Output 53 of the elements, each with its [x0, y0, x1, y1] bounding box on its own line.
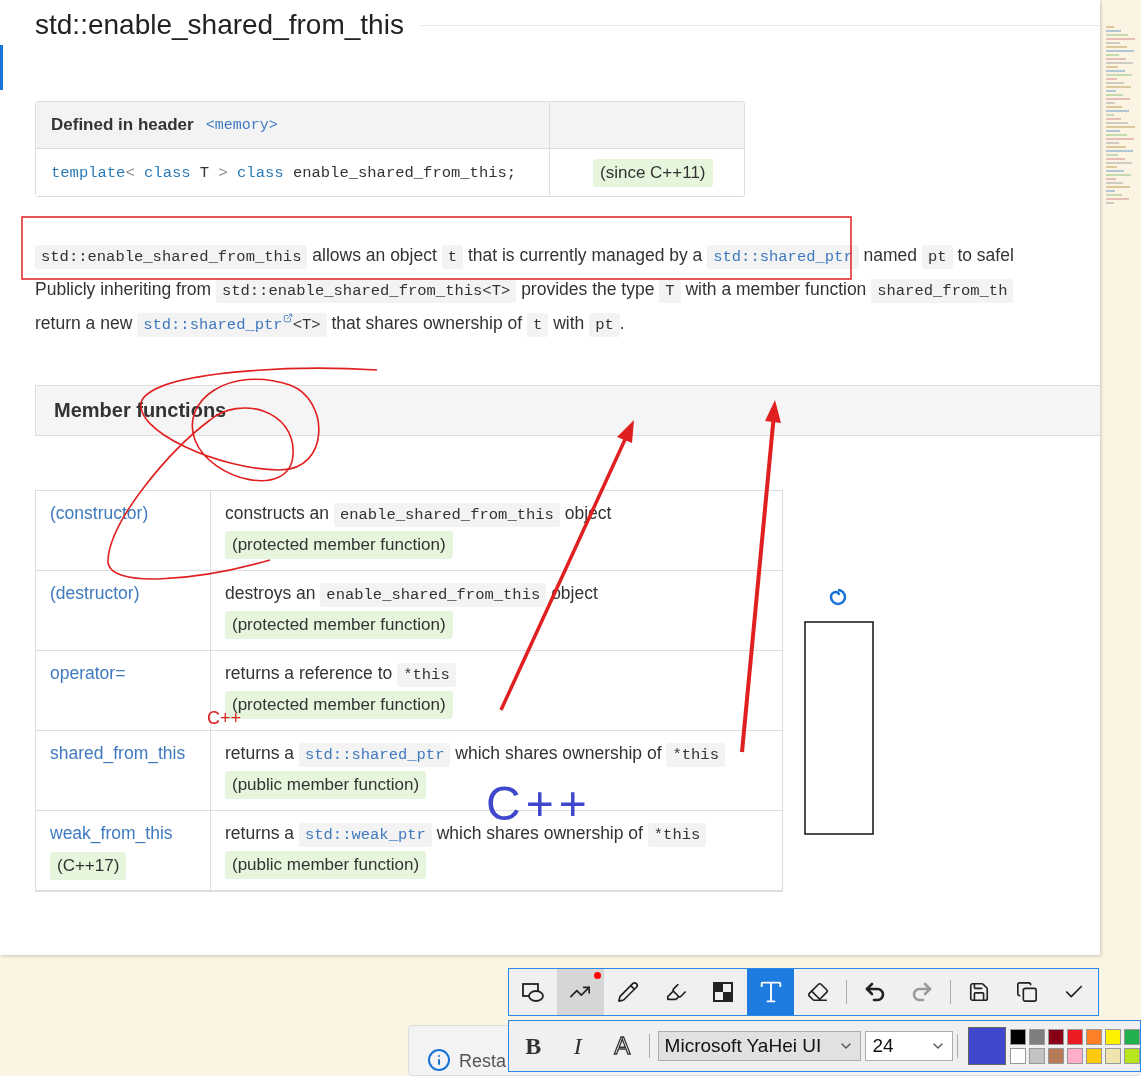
member-description: returns a std::shared_ptr which shares ownership of *this: [225, 743, 725, 764]
description-text: Publicly inheriting from std::enable_shared_from_this<T> provides the type T with a member function shared_from_th: [35, 272, 1100, 306]
scroll-indicator: [0, 45, 3, 90]
font-select[interactable]: Microsoft YaHei UI: [657, 1031, 862, 1061]
member-link[interactable]: shared_from_this: [50, 743, 186, 764]
pencil-icon: [616, 981, 639, 1003]
color-swatch[interactable]: [1086, 1028, 1102, 1045]
swirl-icon: [829, 588, 847, 606]
notification-text: Resta: [459, 1051, 507, 1072]
text-style-button[interactable]: B: [511, 1026, 556, 1066]
color-swatch[interactable]: [1105, 1047, 1121, 1064]
member-kind-tag: (protected member function): [225, 531, 453, 559]
size-select[interactable]: 24: [865, 1031, 954, 1061]
page-title: std::enable_shared_from_this: [35, 9, 404, 41]
version-tag: (C++17): [50, 852, 127, 880]
color-swatch[interactable]: [1029, 1028, 1045, 1045]
color-swatch[interactable]: [1029, 1047, 1045, 1064]
color-swatch[interactable]: [1048, 1028, 1064, 1045]
member-link[interactable]: operator=: [50, 663, 126, 684]
header-link[interactable]: <memory>: [205, 116, 278, 134]
info-icon: [427, 1048, 451, 1072]
header-label: Defined in header: [51, 115, 194, 135]
color-swatch[interactable]: [1086, 1047, 1102, 1064]
eraser-icon: [807, 981, 830, 1003]
tool-button[interactable]: [556, 969, 605, 1015]
color-swatch[interactable]: [1105, 1028, 1121, 1045]
member-kind-tag: (public member function): [225, 851, 427, 879]
member-description: returns a reference to *this: [225, 663, 456, 684]
description-text: return a new std::shared_ptr <T> that shares ownership of t with pt .: [35, 306, 1100, 340]
text-style-button[interactable]: I: [555, 1026, 601, 1066]
color-swatch[interactable]: [1048, 1047, 1064, 1064]
since-tag: (since C++11): [593, 158, 713, 187]
member-kind-tag: (public member function): [225, 771, 427, 799]
member-link[interactable]: (destructor): [50, 583, 140, 604]
color-swatch[interactable]: [1124, 1028, 1140, 1045]
member-kind-tag: (protected member function): [225, 611, 453, 639]
member-description: returns a std::weak_ptr which shares ownership of *this: [225, 823, 707, 844]
color-swatch[interactable]: [1010, 1028, 1026, 1045]
color-swatch[interactable]: [1010, 1047, 1026, 1064]
declaration-code: template< class T > class enable_shared_from_this;: [51, 163, 517, 182]
code-link[interactable]: std::shared_ptr: [143, 316, 283, 334]
annotation-text: C++: [486, 786, 592, 822]
copy-icon: [1015, 981, 1038, 1003]
color-swatch[interactable]: [1067, 1047, 1083, 1064]
member-link[interactable]: weak_from_this: [50, 823, 173, 844]
current-color-swatch[interactable]: [968, 1027, 1006, 1065]
text-style-button[interactable]: A: [600, 1026, 645, 1066]
color-swatch[interactable]: [1124, 1047, 1140, 1064]
color-swatch[interactable]: [1067, 1028, 1083, 1045]
save-icon: [967, 981, 990, 1003]
shape-icon: [520, 981, 545, 1003]
highlighter-icon: [664, 981, 687, 1003]
mosaic-icon: [713, 982, 734, 1002]
